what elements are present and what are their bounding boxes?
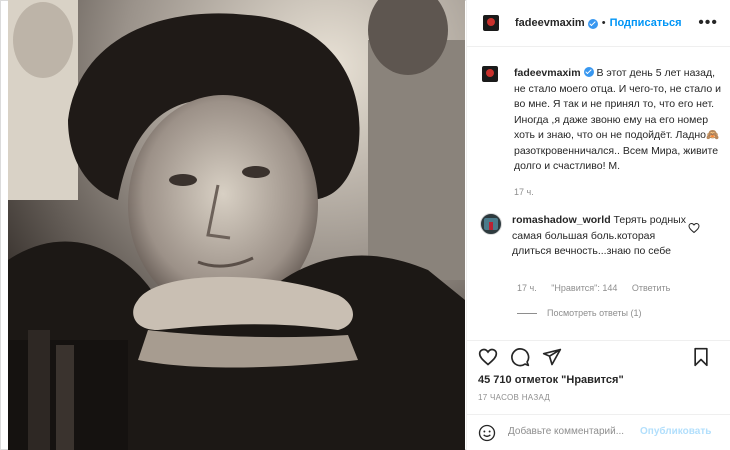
post-photo[interactable] [8,0,465,450]
post-timestamp[interactable]: 17 ЧАСОВ НАЗАД [478,393,550,402]
commenter-username[interactable]: romashadow_world [512,214,611,226]
author-avatar[interactable] [483,15,499,31]
caption-verified-badge-icon [583,67,594,77]
smiley-icon[interactable] [478,424,496,442]
commenter-avatar[interactable] [480,213,502,235]
action-buttons [478,347,562,367]
view-replies-button[interactable]: Посмотреть ответы (1) [517,308,642,318]
post-photo-image [8,0,465,450]
comment-timestamp: 17 ч. [517,283,537,293]
heart-icon[interactable] [478,347,498,367]
comment-like-heart-icon[interactable] [688,222,700,234]
likes-count[interactable]: 45 710 отметок "Нравится" [478,374,624,386]
bookmark-icon[interactable] [692,347,710,367]
publish-button[interactable]: Опубликовать [640,426,711,437]
caption-timestamp: 17 ч. [514,187,534,197]
author-username[interactable]: fadeevmaxim [515,17,585,29]
comment-reply-button[interactable]: Ответить [632,283,670,293]
more-options-icon[interactable]: ••• [698,15,718,31]
comment-icon[interactable] [510,347,530,367]
follow-button[interactable]: Подписаться [610,17,682,29]
caption-author-avatar[interactable] [482,66,498,82]
replies-divider [517,312,537,314]
view-replies-label[interactable]: Посмотреть ответы (1) [547,308,642,318]
post-header: fadeevmaxim • Подписаться [467,0,730,47]
caption-text: В этот день 5 лет назад, не стало моего … [514,67,721,172]
caption-body: fadeevmaxim В этот день 5 лет назад, не … [514,66,722,175]
post-caption: fadeevmaxim В этот день 5 лет назад, не … [482,66,722,175]
comment-body: romashadow_world Терять родных самая бол… [512,213,687,260]
comment-meta: 17 ч. "Нравится": 144 Ответить [517,283,682,293]
share-icon[interactable] [542,347,562,367]
separator-dot: • [601,17,606,29]
caption-username[interactable]: fadeevmaxim [514,67,581,79]
comment-item: romashadow_world Терять родных самая бол… [480,213,720,260]
verified-badge-icon [587,19,598,29]
comment-input[interactable] [508,426,633,437]
comment-likes-count[interactable]: "Нравится": 144 [551,283,617,293]
